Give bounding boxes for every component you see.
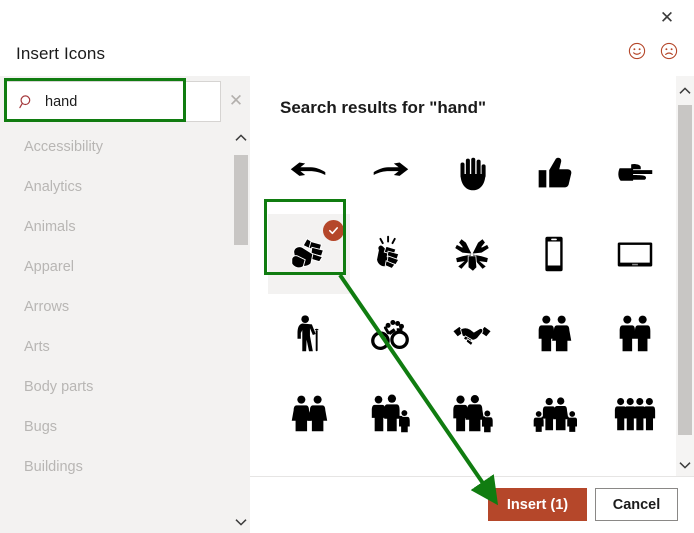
search-icon [19, 94, 35, 110]
sign-language-hands-icon [291, 238, 324, 269]
search-box[interactable] [6, 81, 221, 122]
pointing-finger-icon [618, 164, 653, 181]
family-parents-child-icon [453, 395, 493, 433]
thumbs-up-icon [538, 157, 571, 188]
sidebar-item-apparel[interactable]: Apparel [0, 247, 232, 287]
open-hand-icon [460, 157, 486, 191]
results-heading: Search results for "hand" [280, 98, 487, 117]
insert-icons-dialog: ✕ Insert Icons hand ✕ Accessibility Anal… [0, 0, 694, 533]
smiley-sad-icon[interactable] [660, 42, 678, 60]
icon-cell-group-four-people[interactable] [594, 374, 676, 454]
tablet-icon [617, 242, 653, 267]
category-scrollbar[interactable] [232, 127, 250, 533]
family-two-adults-child-icon [372, 394, 411, 433]
smiley-happy-icon[interactable] [628, 42, 646, 60]
four-hands-star-icon [454, 238, 490, 272]
chevron-up-icon[interactable] [232, 127, 250, 149]
icon-cell-handcuffs[interactable] [350, 294, 432, 374]
couple-two-men-icon [619, 315, 651, 352]
results-scrollbar-thumb[interactable] [678, 105, 692, 435]
icon-cell-thumbs-up[interactable] [513, 134, 595, 214]
icon-cell-couple-man-woman[interactable] [513, 294, 595, 374]
search-area: ✕ [0, 76, 250, 127]
group-four-people-icon [615, 397, 656, 431]
icon-cell-hand-palm-left[interactable] [268, 134, 350, 214]
sidebar-item-body-parts[interactable]: Body parts [0, 367, 232, 407]
results-panel: Search results for "hand" [250, 76, 694, 533]
couple-man-woman-icon [538, 315, 571, 352]
hand-palm-left-icon [290, 162, 326, 176]
dialog-footer: Insert (1) Cancel [250, 476, 694, 533]
sidebar-item-analytics[interactable]: Analytics [0, 167, 232, 207]
icon-cell-smartphone[interactable] [513, 214, 595, 294]
handcuffs-icon [371, 320, 410, 351]
person-with-cane-icon [297, 315, 319, 352]
icon-cell-sign-language-hands[interactable] [268, 214, 350, 294]
sidebar-item-buildings[interactable]: Buildings [0, 447, 232, 487]
results-scrollbar[interactable] [676, 76, 694, 481]
page-title: Insert Icons [16, 44, 106, 63]
icon-cell-couple-two-men[interactable] [594, 294, 676, 374]
hand-palm-right-icon [374, 162, 409, 176]
categories-panel: ✕ Accessibility Analytics Animals Appare… [0, 76, 250, 533]
cancel-button[interactable]: Cancel [595, 488, 678, 521]
icon-cell-tablet[interactable] [594, 214, 676, 294]
icon-cell-handshake[interactable] [431, 294, 513, 374]
handshake-icon [452, 325, 492, 347]
sidebar-item-arts[interactable]: Arts [0, 327, 232, 367]
sidebar-item-animals[interactable]: Animals [0, 207, 232, 247]
icon-cell-pointing-finger[interactable] [594, 134, 676, 214]
clapping-hands-icon [376, 235, 400, 269]
category-scrollbar-thumb[interactable] [234, 155, 248, 245]
icon-cell-family-parents-child[interactable] [431, 374, 513, 454]
icon-cell-four-hands-star[interactable] [431, 214, 513, 294]
icon-cell-hand-palm-right[interactable] [350, 134, 432, 214]
sidebar-item-accessibility[interactable]: Accessibility [0, 127, 232, 167]
dialog-titlebar: ✕ Insert Icons [0, 0, 694, 76]
icon-cell-clapping-hands[interactable] [350, 214, 432, 294]
selected-check-badge [322, 220, 344, 241]
category-list: Accessibility Analytics Animals Apparel … [0, 127, 232, 533]
icon-grid [268, 134, 676, 474]
icon-cell-family-two-children[interactable] [513, 374, 595, 454]
icon-cell-person-with-cane[interactable] [268, 294, 350, 374]
insert-button[interactable]: Insert (1) [488, 488, 587, 521]
feedback-buttons [628, 42, 678, 60]
couple-two-women-icon [291, 395, 328, 432]
search-input[interactable] [45, 93, 165, 110]
chevron-down-icon[interactable] [676, 454, 694, 476]
chevron-down-icon[interactable] [232, 511, 250, 533]
chevron-up-icon[interactable] [676, 80, 694, 102]
sidebar-item-arrows[interactable]: Arrows [0, 287, 232, 327]
sidebar-item-bugs[interactable]: Bugs [0, 407, 232, 447]
smartphone-icon [544, 236, 563, 272]
family-two-children-icon [533, 397, 577, 432]
icon-cell-family-two-adults-child[interactable] [350, 374, 432, 454]
icon-cell-couple-two-women[interactable] [268, 374, 350, 454]
icon-cell-open-hand[interactable] [431, 134, 513, 214]
close-icon[interactable]: ✕ [650, 3, 684, 31]
clear-search-icon[interactable]: ✕ [225, 90, 247, 112]
